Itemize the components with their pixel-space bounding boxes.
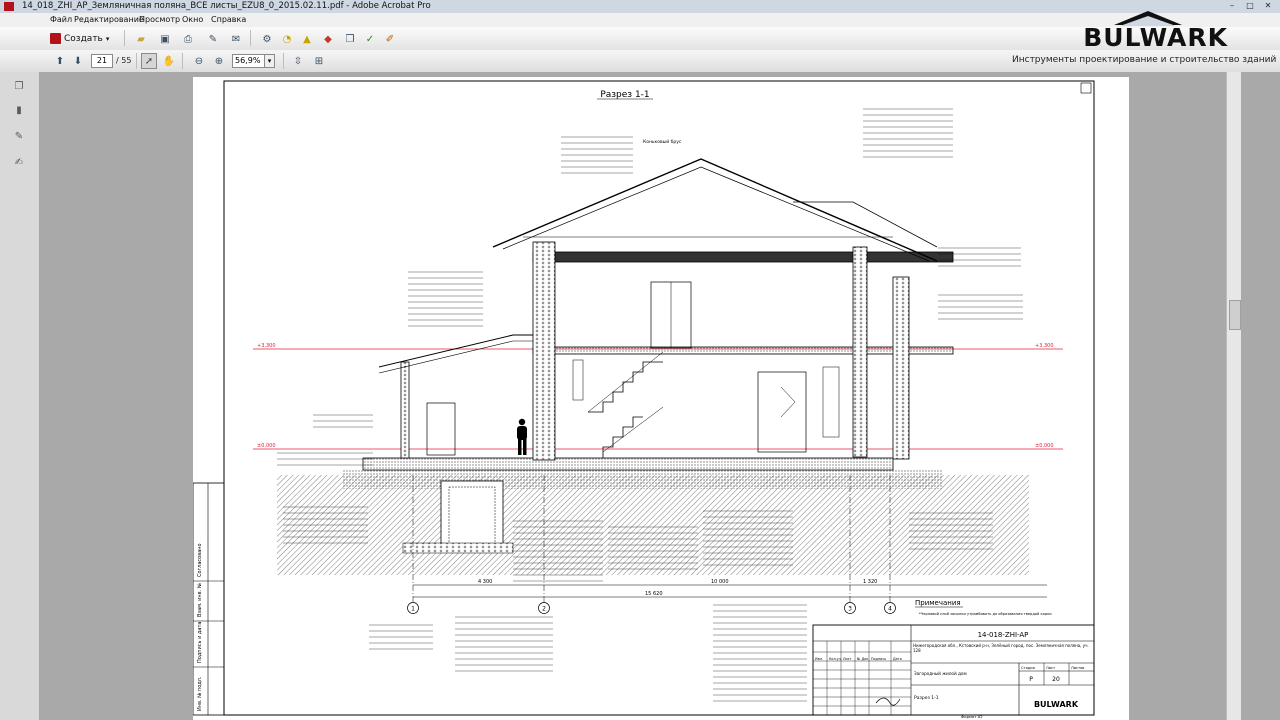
section-title: Разрез 1-1 — [600, 90, 649, 100]
dimension-3: 10 000 — [711, 579, 729, 585]
project-code: 14-018-ZHI-AP — [978, 631, 1029, 639]
signature-mark — [875, 697, 901, 706]
stamp-brand: BULWARK — [1034, 700, 1079, 709]
brand-tagline: Инструменты проектирование и строительст… — [1012, 55, 1277, 65]
brand-logo: BULWARK — [1083, 23, 1228, 52]
zoom-dropdown-icon[interactable]: ▾ — [264, 54, 275, 68]
chevron-down-icon: ▾ — [105, 34, 110, 43]
stamp-icon[interactable]: ◆ — [320, 31, 336, 47]
roof-ridge-label: Коньковый брус — [643, 138, 682, 145]
zoom-out-icon[interactable]: ⊖ — [191, 53, 207, 69]
stamp-col-6: Дата — [893, 657, 902, 661]
dimension-2: 15 620 — [645, 591, 663, 597]
menu-help[interactable]: Справка — [211, 13, 246, 27]
paper-format: Формат А2 — [961, 714, 983, 719]
level-right-zero: ±0,000 — [1035, 443, 1054, 449]
sheet-title: Разрез 1-1 — [914, 695, 939, 701]
comment-icon[interactable]: ◔ — [279, 31, 295, 47]
side-label-signature: Подпись и дата — [197, 622, 203, 663]
vertical-scrollbar[interactable] — [1226, 72, 1241, 720]
stamp-col-1: Изм. — [815, 657, 823, 661]
side-label-agreed: Согласовано — [197, 543, 203, 577]
zoom-in-icon[interactable]: ⊕ — [211, 53, 227, 69]
document-area[interactable]: Согласовано Взам. инв. № Подпись и дата … — [40, 72, 1280, 720]
scrollbar-thumb[interactable] — [1229, 300, 1241, 330]
create-icon — [50, 33, 61, 44]
bookmarks-icon[interactable]: ▮ — [12, 103, 26, 117]
sign-icon[interactable]: ✓ — [362, 31, 378, 47]
minimize-button[interactable]: – — [1224, 1, 1240, 11]
edit-icon[interactable]: ✎ — [205, 31, 221, 47]
menu-file[interactable]: Файл — [50, 13, 72, 27]
zoom-input[interactable]: 56,9% — [232, 54, 266, 68]
axis-2: 2 — [542, 606, 546, 613]
select-tool-icon[interactable]: ➚ — [141, 53, 157, 69]
stamp-col-4: № Док. — [857, 657, 869, 661]
section-drawing: Согласовано Взам. инв. № Подпись и дата … — [193, 80, 1095, 719]
window-title-bar: 14_018_ZHI_AP_Земляничная поляна_ВСЕ лис… — [0, 0, 1280, 14]
sheet-header: Лист — [1046, 666, 1055, 670]
level-right-upper: +3,300 — [1035, 343, 1054, 349]
create-button[interactable]: Создать ▾ — [50, 31, 109, 46]
stamp-col-5: Подпись — [871, 657, 886, 661]
sheet-value: 20 — [1052, 676, 1060, 683]
acrobat-app-icon — [4, 2, 14, 11]
create-button-label: Создать — [64, 33, 103, 44]
axis-1: 1 — [411, 606, 415, 613]
axis-4: 4 — [888, 606, 892, 613]
forms-icon[interactable]: ✐ — [382, 31, 398, 47]
attachments-icon[interactable]: ✎ — [12, 129, 26, 143]
gear-icon[interactable]: ⚙ — [259, 31, 275, 47]
stage-header: Стадия — [1021, 666, 1035, 670]
dimension-4: 1 320 — [863, 579, 877, 585]
previous-page-icon[interactable]: ⬆ — [52, 53, 68, 69]
side-label-replace: Взам. инв. № — [197, 582, 203, 617]
save-icon[interactable]: ▣ — [157, 31, 173, 47]
window-title: 14_018_ZHI_AP_Земляничная поляна_ВСЕ лис… — [22, 1, 431, 11]
sheets-header: Листов — [1071, 666, 1084, 670]
stage-value: Р — [1029, 676, 1033, 683]
email-icon[interactable]: ✉ — [228, 31, 244, 47]
page-number-input[interactable]: 21 — [91, 54, 113, 68]
project-address: Нижегородская обл., Кстовский р-н, Зелён… — [913, 643, 1089, 653]
folder-open-icon[interactable]: ▰ — [133, 31, 149, 47]
side-label-inventory: Инв. № подл. — [197, 676, 203, 711]
fit-page-icon[interactable]: ⇳ — [290, 53, 306, 69]
close-button[interactable]: ✕ — [1260, 1, 1276, 11]
page-thumbnails-icon[interactable]: ❐ — [12, 79, 26, 93]
brand-watermark: BULWARK Инструменты проектирование и стр… — [1000, 11, 1280, 73]
window-controls: – □ ✕ — [1224, 1, 1276, 11]
attach-icon[interactable]: ❒ — [342, 31, 358, 47]
fit-width-icon[interactable]: ⊞ — [311, 53, 327, 69]
signatures-icon[interactable]: ✍ — [12, 155, 26, 169]
menu-window[interactable]: Окно — [182, 13, 203, 27]
axis-3: 3 — [848, 606, 852, 613]
next-page-icon[interactable]: ⬇ — [70, 53, 86, 69]
highlight-icon[interactable]: ▲ — [299, 31, 315, 47]
print-icon[interactable]: ⎙ — [180, 31, 196, 47]
page-count: / 55 — [116, 56, 132, 65]
title-block: Изм. Кол.уч. Лист № Док. Подпись Дата 14… — [812, 624, 1095, 716]
level-left-upper: +3,300 — [257, 343, 276, 349]
note-1: *Черновой слой засыпки утрамбовать до об… — [919, 612, 1052, 616]
menu-view[interactable]: Просмотр — [139, 13, 180, 27]
pdf-page[interactable]: Согласовано Взам. инв. № Подпись и дата … — [193, 77, 1129, 720]
navigation-pane: ❐ ▮ ✎ ✍ — [0, 72, 40, 720]
stamp-col-2: Кол.уч. — [829, 657, 842, 661]
maximize-button[interactable]: □ — [1242, 1, 1258, 11]
menu-edit[interactable]: Редактирование — [74, 13, 144, 27]
hand-tool-icon[interactable]: ✋ — [161, 53, 177, 69]
building-name: Загородный жилой дом — [914, 671, 967, 676]
notes-title: Примечания — [915, 599, 961, 607]
stamp-col-3: Лист — [843, 657, 852, 661]
dimension-1: 4 300 — [478, 579, 492, 585]
level-left-zero: ±0,000 — [257, 443, 276, 449]
